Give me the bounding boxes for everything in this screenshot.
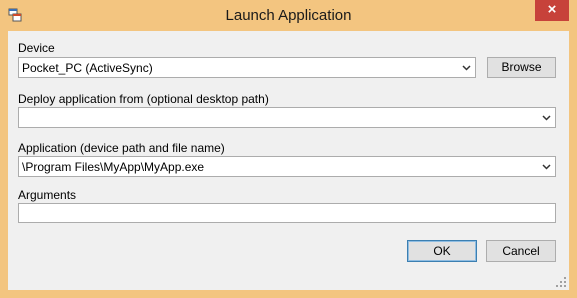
chevron-down-icon[interactable] [538,108,555,127]
device-value: Pocket_PC (ActiveSync) [22,61,153,75]
device-combobox[interactable]: Pocket_PC (ActiveSync) [18,57,476,78]
deploy-label: Deploy application from (optional deskto… [18,92,269,106]
chevron-down-icon[interactable] [458,58,475,77]
dialog-client-area: Device Pocket_PC (ActiveSync) Browse Dep… [8,31,569,290]
ok-button[interactable]: OK [407,240,477,262]
application-path-value: \Program Files\MyApp\MyApp.exe [22,160,205,174]
arguments-input[interactable] [18,203,556,223]
launch-application-window: Launch Application × Device Pocket_PC (A… [0,0,577,298]
device-label: Device [18,41,55,55]
browse-button[interactable]: Browse [487,57,556,78]
arguments-label: Arguments [18,188,77,202]
title-bar[interactable]: Launch Application × [0,0,577,31]
deploy-path-combobox[interactable] [18,107,556,128]
application-path-combobox[interactable]: \Program Files\MyApp\MyApp.exe [18,156,556,177]
resize-grip-icon[interactable] [555,276,567,288]
chevron-down-icon[interactable] [538,157,555,176]
application-label: Application (device path and file name) [18,141,225,155]
close-icon: × [547,1,557,18]
close-button[interactable]: × [535,0,569,21]
cancel-button[interactable]: Cancel [486,240,556,262]
window-title: Launch Application [225,7,352,24]
